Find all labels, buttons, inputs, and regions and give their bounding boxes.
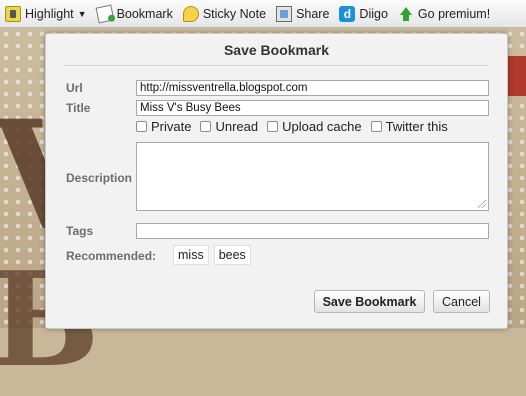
share-button[interactable]: Share [276,5,330,22]
background-decoration [505,56,526,96]
bookmark-options: Private Unread Upload cache Twitter this [136,119,457,134]
sticky-note-button[interactable]: Sticky Note [182,5,267,22]
diigo-toolbar: Highlight ▼ Bookmark Sticky Note Share d… [0,0,526,28]
description-label: Description [66,171,133,185]
share-label: Share [296,6,330,21]
upload-cache-label: Upload cache [282,119,362,134]
checkbox-box[interactable] [136,121,147,132]
chevron-down-icon: ▼ [77,8,87,19]
save-bookmark-button[interactable]: Save Bookmark [314,290,425,313]
upload-cache-checkbox[interactable]: Upload cache [267,119,362,134]
twitter-this-label: Twitter this [385,119,448,134]
resize-grip-icon[interactable] [478,200,486,208]
highlight-button[interactable]: Highlight ▼ [5,5,87,22]
tags-label: Tags [66,224,94,238]
cancel-button[interactable]: Cancel [433,290,490,313]
recommended-tags: miss bees [173,245,256,265]
twitter-this-checkbox[interactable]: Twitter this [370,119,448,134]
url-field[interactable] [136,80,489,96]
go-premium-label: Go premium! [417,6,491,21]
unread-checkbox[interactable]: Unread [200,119,258,134]
sticky-note-label: Sticky Note [202,6,267,21]
recommended-tag-bees[interactable]: bees [213,245,251,265]
bookmark-icon [95,4,115,23]
description-field[interactable] [136,142,489,211]
title-field[interactable] [136,100,489,116]
recommended-tag-miss[interactable]: miss [173,245,209,265]
diigo-logo-icon: d [339,5,356,22]
premium-arrow-icon [398,6,414,22]
checkbox-box[interactable] [267,121,279,132]
bookmark-label: Bookmark [116,6,173,21]
sticky-note-icon [182,5,199,22]
tags-field[interactable] [136,223,489,239]
save-bookmark-dialog: Save Bookmark Url Title Private Unread U… [45,33,508,329]
go-premium-button[interactable]: Go premium! [398,6,490,22]
unread-label: Unread [215,119,259,134]
share-icon [276,5,293,22]
checkbox-box[interactable] [200,121,212,132]
dialog-title: Save Bookmark [223,42,330,58]
recommended-label: Recommended: [66,249,157,263]
url-label: Url [66,81,83,95]
highlighter-icon [5,5,21,22]
diigo-button[interactable]: d Diigo [339,5,388,22]
checkbox-box[interactable] [370,121,382,132]
highlight-label: Highlight [25,6,74,21]
private-checkbox[interactable]: Private [136,119,191,134]
diigo-label: Diigo [359,6,388,21]
bookmark-button[interactable]: Bookmark [95,4,173,23]
title-label: Title [66,101,91,115]
private-label: Private [151,119,192,134]
title-divider [64,65,489,66]
